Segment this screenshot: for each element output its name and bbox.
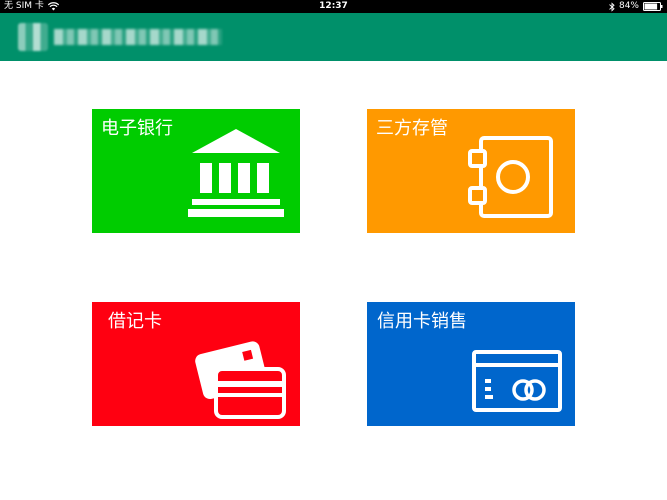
status-bar: 无 SIM 卡 12:37 84% [0,0,667,13]
tile-third-party-custody[interactable]: 三方存管 [367,109,575,233]
battery-percent: 84% [618,1,639,11]
tile-label: 电子银行 [101,118,173,139]
tile-electronic-banking[interactable]: 电子银行 [92,109,300,233]
tile-label: 借记卡 [108,311,162,332]
logo-text-blurred [54,29,222,45]
tile-label: 信用卡销售 [377,311,467,332]
tile-debit-card[interactable]: 借记卡 [92,302,300,426]
app-header [0,13,667,61]
status-right: 84% [609,0,663,13]
battery-icon [643,2,663,11]
cards-icon [195,341,286,419]
bank-icon [188,129,284,217]
clock: 12:37 [319,1,348,11]
bluetooth-icon [609,1,615,12]
logo-emblem [18,23,48,51]
bank-logo [18,21,223,53]
tile-label: 三方存管 [376,118,448,139]
safe-icon [468,136,553,218]
credit-card-icon [472,350,562,412]
tile-credit-card-sales[interactable]: 信用卡销售 [367,302,575,426]
